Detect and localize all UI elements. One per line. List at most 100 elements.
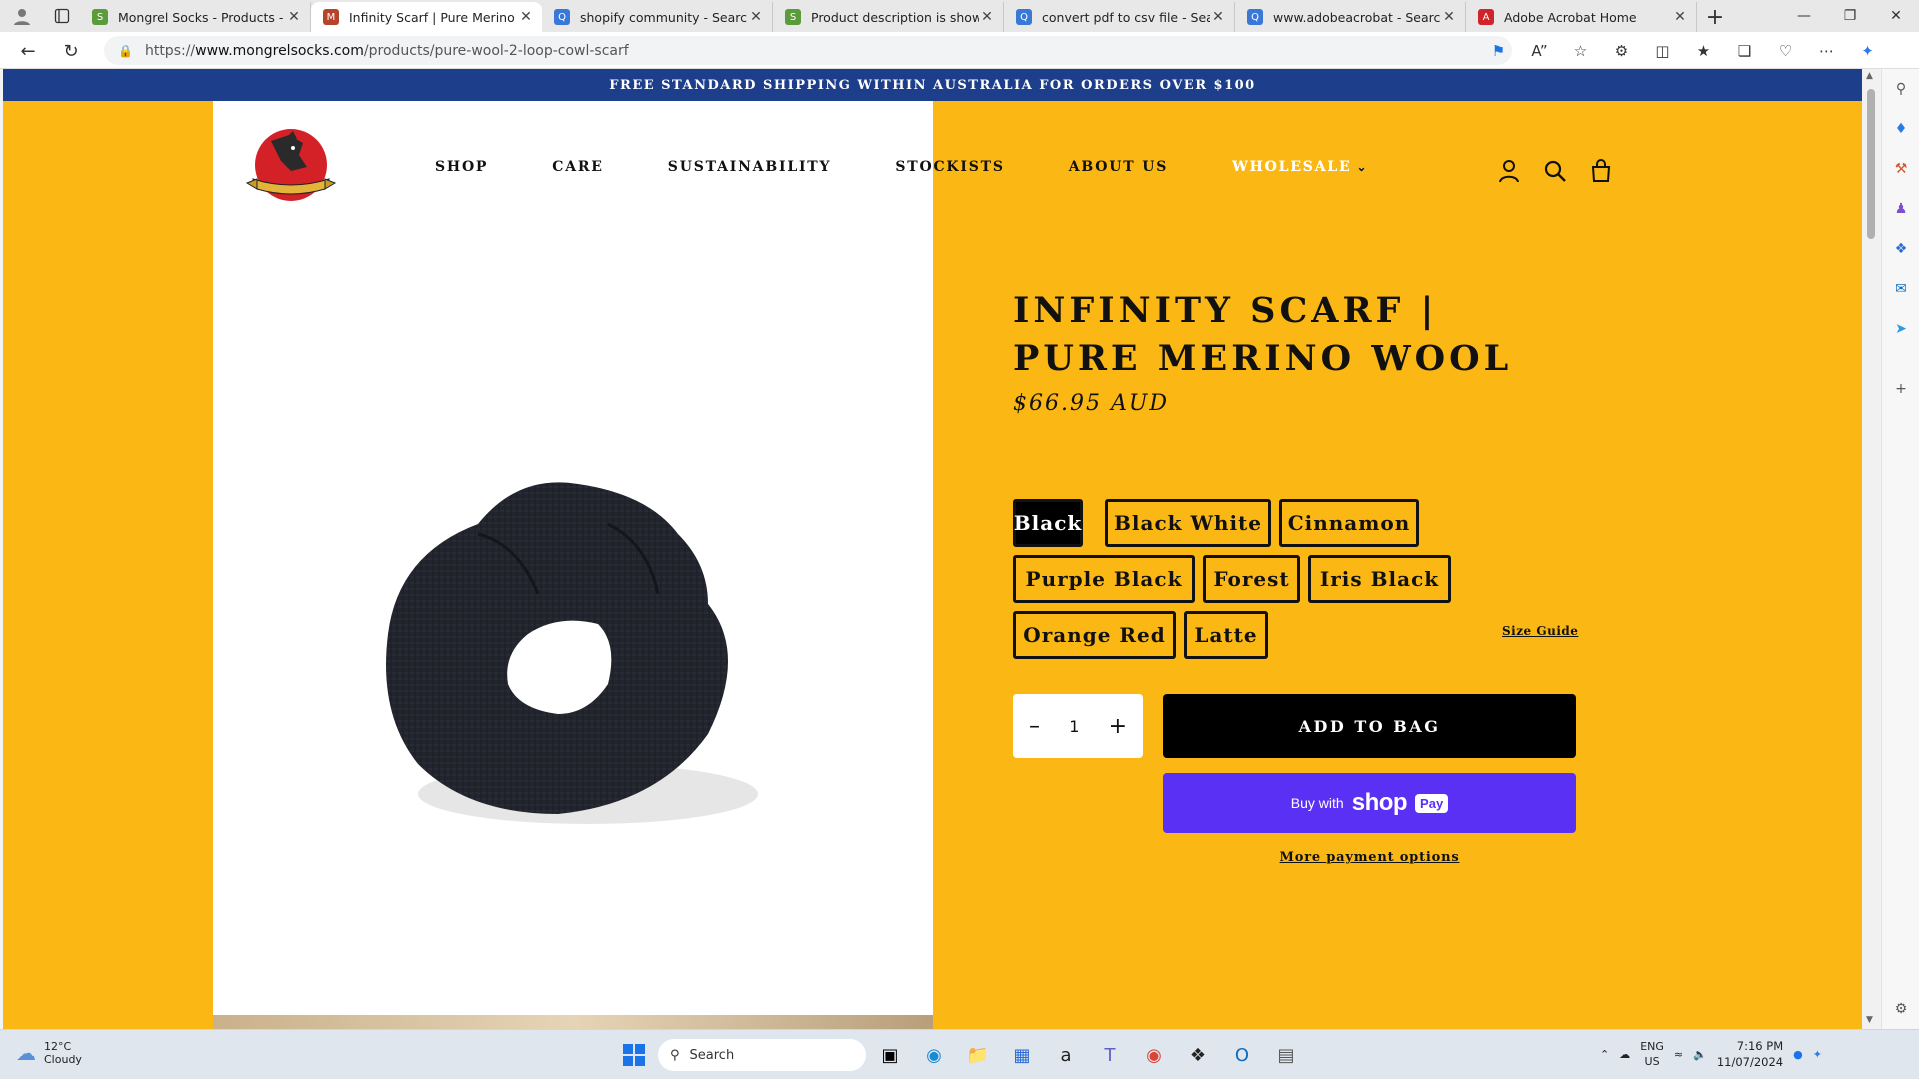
nav-stockists[interactable]: STOCKISTS: [895, 159, 1004, 175]
scroll-up-icon[interactable]: ▲: [1866, 71, 1873, 81]
quantity-stepper: – 1 +: [1013, 694, 1143, 758]
nav-sustainability[interactable]: SUSTAINABILITY: [668, 159, 832, 175]
variant-iris-black[interactable]: Iris Black: [1308, 555, 1451, 603]
minus-icon[interactable]: –: [1029, 714, 1040, 739]
teams-app-icon[interactable]: T: [1090, 1036, 1130, 1074]
variant-cinnamon[interactable]: Cinnamon: [1279, 499, 1419, 547]
profile-icon[interactable]: [0, 0, 44, 32]
weather-widget[interactable]: ☁ 12°C Cloudy: [16, 1040, 82, 1066]
shop-pay-button[interactable]: Buy with shop Pay: [1163, 773, 1576, 833]
favorite-star-icon[interactable]: ☆: [1560, 38, 1601, 64]
wifi-icon[interactable]: ≈: [1674, 1048, 1683, 1061]
tray-chevron-icon[interactable]: ⌃: [1600, 1048, 1609, 1061]
more-menu-icon[interactable]: ⋯: [1806, 38, 1847, 64]
volume-icon[interactable]: 🔈: [1693, 1048, 1707, 1061]
notification-bell-icon[interactable]: ●: [1793, 1048, 1803, 1061]
cloud-icon: ☁: [16, 1041, 36, 1065]
tab-close-icon[interactable]: ✕: [1210, 9, 1226, 25]
file-explorer-icon[interactable]: 📁: [958, 1036, 998, 1074]
new-tab-button[interactable]: +: [1697, 2, 1733, 32]
variant-orange-red[interactable]: Orange Red: [1013, 611, 1176, 659]
variant-black-white[interactable]: Black White: [1105, 499, 1271, 547]
extensions-icon[interactable]: ⚙: [1601, 38, 1642, 64]
copilot-icon[interactable]: ✦: [1847, 38, 1888, 64]
add-to-bag-button[interactable]: ADD TO BAG: [1163, 694, 1576, 758]
browser-essentials-icon[interactable]: ♡: [1765, 38, 1806, 64]
browser-tab[interactable]: S Product description is showing✕: [773, 2, 1004, 32]
outlook-app-icon[interactable]: O: [1222, 1036, 1262, 1074]
site-info-icon[interactable]: 🔒: [118, 44, 133, 58]
page-scrollbar[interactable]: ▲ ▼: [1862, 69, 1880, 1029]
sidebar-search-icon[interactable]: ⚲: [1882, 69, 1919, 109]
sidebar-outlook-icon[interactable]: ✉: [1882, 269, 1919, 309]
close-window-button[interactable]: ✕: [1873, 0, 1919, 32]
sidebar-games-icon[interactable]: ♟: [1882, 189, 1919, 229]
shopping-tag-icon[interactable]: ⚑: [1478, 38, 1519, 64]
refresh-icon[interactable]: ↻: [57, 38, 85, 64]
more-payment-options-link[interactable]: More payment options: [1163, 850, 1576, 865]
tab-close-icon[interactable]: ✕: [518, 9, 534, 25]
browser-tab[interactable]: Qshopify community - Search ✕: [542, 2, 773, 32]
account-icon[interactable]: [1495, 157, 1523, 185]
tab-close-icon[interactable]: ✕: [1441, 9, 1457, 25]
variant-black[interactable]: Black: [1013, 499, 1083, 547]
taskbar-search-icon: ⚲: [670, 1047, 680, 1063]
chrome-app-icon[interactable]: ◉: [1134, 1036, 1174, 1074]
nav-care[interactable]: CARE: [552, 159, 604, 175]
url-input[interactable]: 🔒 https://www.mongrelsocks.com/products/…: [104, 36, 1512, 65]
sidebar-shopping-icon[interactable]: ♦: [1882, 109, 1919, 149]
store-app-icon[interactable]: ▦: [1002, 1036, 1042, 1074]
tab-close-icon[interactable]: ✕: [286, 9, 302, 25]
tab-close-icon[interactable]: ✕: [748, 9, 764, 25]
nav-wholesale[interactable]: WHOLESALE ⌄: [1232, 159, 1368, 175]
dropbox-app-icon[interactable]: ❖: [1178, 1036, 1218, 1074]
onedrive-icon[interactable]: ☁: [1619, 1048, 1630, 1061]
browser-tab[interactable]: Qwww.adobeacrobat - Search ✕: [1235, 2, 1466, 32]
sidebar-settings-icon[interactable]: ⚙: [1882, 989, 1919, 1029]
scroll-down-icon[interactable]: ▼: [1866, 1015, 1873, 1025]
sidebar-telegram-icon[interactable]: ➤: [1882, 309, 1919, 349]
network-app-icon[interactable]: ▤: [1266, 1036, 1306, 1074]
quantity-value[interactable]: 1: [1069, 717, 1079, 736]
nav-about-us[interactable]: ABOUT US: [1069, 159, 1168, 175]
read-aloud-icon[interactable]: A”: [1519, 38, 1560, 64]
language-indicator[interactable]: ENG US: [1640, 1039, 1664, 1069]
tab-title: www.adobeacrobat - Search: [1273, 9, 1441, 25]
mongrel-logo[interactable]: [241, 121, 341, 211]
nav-shop[interactable]: SHOP: [435, 159, 488, 175]
tab-close-icon[interactable]: ✕: [979, 9, 995, 25]
restore-button[interactable]: ❐: [1827, 0, 1873, 32]
amazon-app-icon[interactable]: a: [1046, 1036, 1086, 1074]
browser-tab[interactable]: M Infinity Scarf | Pure Merino Woo✕: [311, 2, 542, 32]
favorites-icon[interactable]: ★: [1683, 38, 1724, 64]
variant-purple-black[interactable]: Purple Black: [1013, 555, 1195, 603]
sidebar-add-icon[interactable]: +: [1882, 369, 1919, 409]
edge-app-icon[interactable]: ◉: [914, 1036, 954, 1074]
split-screen-icon[interactable]: ◫: [1642, 38, 1683, 64]
announcement-bar: FREE STANDARD SHIPPING WITHIN AUSTRALIA …: [3, 69, 1862, 101]
browser-tab[interactable]: A Adobe Acrobat Home ✕: [1466, 2, 1697, 32]
variant-latte[interactable]: Latte: [1184, 611, 1268, 659]
tab-actions-icon[interactable]: [44, 0, 80, 32]
sidebar-tools-icon[interactable]: ⚒: [1882, 149, 1919, 189]
taskbar-search[interactable]: ⚲ Search: [658, 1039, 866, 1071]
sidebar-microsoft365-icon[interactable]: ❖: [1882, 229, 1919, 269]
size-guide-link[interactable]: Size Guide: [1502, 624, 1578, 638]
task-view-icon[interactable]: ▣: [870, 1036, 910, 1074]
start-button-icon[interactable]: [614, 1036, 654, 1074]
clock[interactable]: 7:16 PM 11/07/2024: [1717, 1038, 1783, 1070]
back-icon[interactable]: ←: [14, 38, 42, 64]
scroll-thumb[interactable]: [1867, 89, 1875, 239]
search-icon[interactable]: [1541, 157, 1569, 185]
minimize-button[interactable]: —: [1781, 0, 1827, 32]
cart-bag-icon[interactable]: [1587, 157, 1615, 185]
variant-forest[interactable]: Forest: [1203, 555, 1300, 603]
collections-icon[interactable]: ❏: [1724, 38, 1765, 64]
browser-tab[interactable]: S Mongrel Socks - Products - Infini✕: [80, 2, 311, 32]
copilot-taskbar-icon[interactable]: ✦: [1813, 1048, 1822, 1061]
product-image[interactable]: [358, 454, 818, 854]
tab-close-icon[interactable]: ✕: [1672, 9, 1688, 25]
plus-icon[interactable]: +: [1109, 714, 1127, 739]
browser-tab[interactable]: Qconvert pdf to csv file - Search✕: [1004, 2, 1235, 32]
tab-title: Adobe Acrobat Home: [1504, 9, 1637, 25]
